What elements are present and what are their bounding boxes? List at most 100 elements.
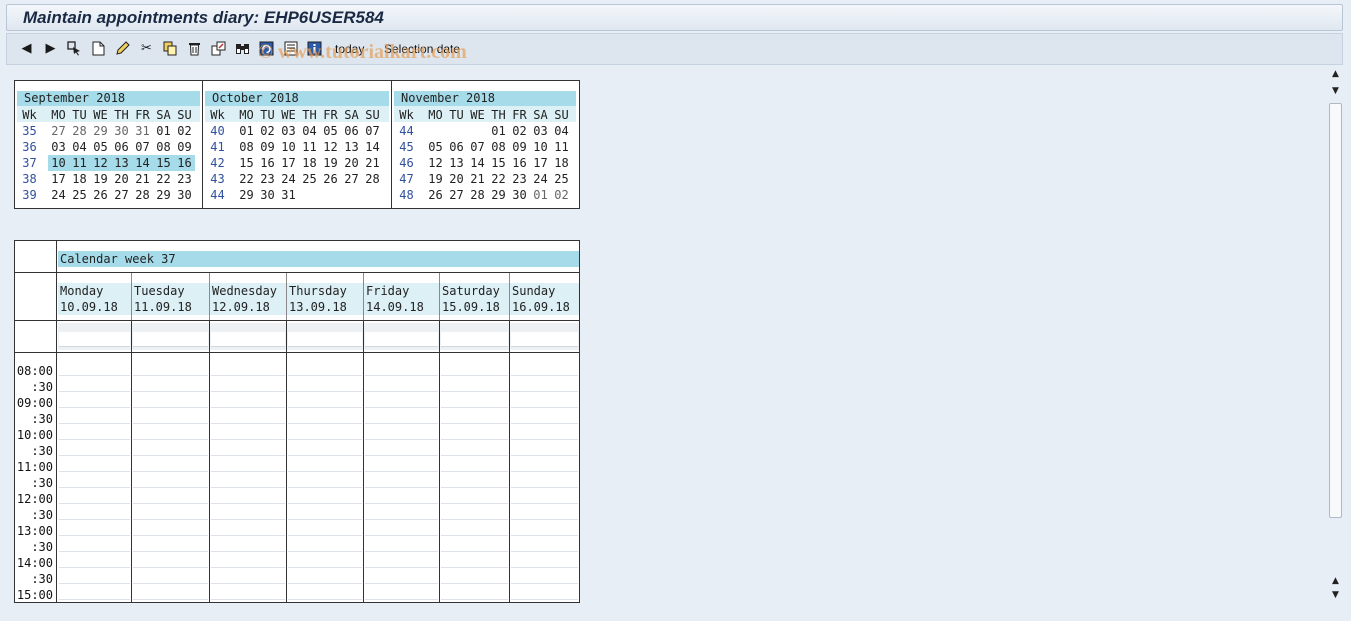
calendar-day[interactable]: 27	[48, 123, 69, 139]
week-number[interactable]: 44	[396, 123, 417, 139]
day-name[interactable]: Thursday	[287, 283, 363, 299]
calendar-day[interactable]: 30	[111, 123, 132, 139]
time-slot[interactable]	[511, 473, 578, 488]
time-slot[interactable]	[59, 393, 130, 408]
time-slot[interactable]	[365, 537, 438, 552]
time-slot[interactable]	[288, 377, 362, 392]
calendar-day[interactable]: 01	[153, 123, 174, 139]
day-date[interactable]: 12.09.18	[210, 299, 286, 315]
time-slot[interactable]	[211, 361, 285, 376]
time-slot[interactable]	[288, 585, 362, 600]
calendar-day[interactable]: 13	[446, 155, 467, 171]
day-date[interactable]: 11.09.18	[132, 299, 209, 315]
calendar-day[interactable]: 22	[153, 171, 174, 187]
calendar-day[interactable]: 10	[278, 139, 299, 155]
copy-icon[interactable]	[161, 39, 180, 58]
time-slot[interactable]	[133, 393, 208, 408]
calendar-day[interactable]: 27	[446, 187, 467, 203]
calendar-day[interactable]: 06	[446, 139, 467, 155]
time-slot[interactable]	[288, 361, 362, 376]
calendar-day[interactable]: 09	[509, 139, 530, 155]
calendar-day[interactable]: 05	[320, 123, 341, 139]
week-number[interactable]: 37	[19, 155, 40, 171]
time-slot[interactable]	[59, 441, 130, 456]
calendar-day[interactable]: 20	[341, 155, 362, 171]
calendar-day[interactable]: 26	[425, 187, 446, 203]
create-icon[interactable]	[89, 39, 108, 58]
time-slot[interactable]	[288, 473, 362, 488]
day-date[interactable]: 16.09.18	[510, 299, 579, 315]
time-slot[interactable]	[59, 377, 130, 392]
time-slot[interactable]	[511, 457, 578, 472]
calendar-day[interactable]: 29	[90, 123, 111, 139]
time-slot[interactable]	[59, 569, 130, 584]
calendar-day[interactable]: 30	[174, 187, 195, 203]
calendar-day[interactable]: 18	[299, 155, 320, 171]
calendar-day[interactable]: 09	[257, 139, 278, 155]
time-slot[interactable]	[59, 553, 130, 568]
calendar-day[interactable]: 04	[551, 123, 572, 139]
select-icon[interactable]	[65, 39, 84, 58]
time-slot[interactable]	[133, 409, 208, 424]
time-slot[interactable]	[211, 553, 285, 568]
time-slot[interactable]	[133, 569, 208, 584]
week-number[interactable]: 41	[207, 139, 228, 155]
calendar-day[interactable]: 12	[425, 155, 446, 171]
calendar-day[interactable]: 29	[153, 187, 174, 203]
calendar-day[interactable]: 03	[278, 123, 299, 139]
calendar-day[interactable]: 25	[299, 171, 320, 187]
allday-slot[interactable]	[365, 332, 438, 347]
time-slot[interactable]	[133, 361, 208, 376]
calendar-day[interactable]: 16	[257, 155, 278, 171]
calendar-day[interactable]: 27	[111, 187, 132, 203]
time-slot[interactable]	[59, 409, 130, 424]
week-number[interactable]: 40	[207, 123, 228, 139]
calendar-day[interactable]: 26	[320, 171, 341, 187]
calendar-day[interactable]: 02	[174, 123, 195, 139]
week-number[interactable]: 47	[396, 171, 417, 187]
time-slot[interactable]	[441, 585, 508, 600]
time-slot[interactable]	[211, 489, 285, 504]
allday-slot[interactable]	[211, 332, 285, 347]
calendar-day[interactable]: 18	[69, 171, 90, 187]
time-slot[interactable]	[441, 457, 508, 472]
week-number[interactable]: 39	[19, 187, 40, 203]
calendar-day[interactable]: 13	[341, 139, 362, 155]
time-slot[interactable]	[133, 377, 208, 392]
calendar-day[interactable]: 06	[111, 139, 132, 155]
calendar-day[interactable]: 25	[551, 171, 572, 187]
time-slot[interactable]	[211, 409, 285, 424]
calendar-day[interactable]: 23	[174, 171, 195, 187]
time-slot[interactable]	[133, 553, 208, 568]
time-slot[interactable]	[441, 441, 508, 456]
calendar-day[interactable]: 31	[278, 187, 299, 203]
time-slot[interactable]	[511, 441, 578, 456]
allday-slot[interactable]	[133, 332, 208, 347]
calendar-day[interactable]: 30	[257, 187, 278, 203]
time-slot[interactable]	[365, 361, 438, 376]
time-slot[interactable]	[288, 569, 362, 584]
calendar-day[interactable]: 10	[48, 155, 69, 171]
time-slot[interactable]	[288, 425, 362, 440]
calendar-day[interactable]: 19	[90, 171, 111, 187]
time-slot[interactable]	[511, 505, 578, 520]
time-slot[interactable]	[511, 361, 578, 376]
time-slot[interactable]	[211, 521, 285, 536]
calendar-day[interactable]: 03	[530, 123, 551, 139]
transfer-icon[interactable]	[209, 39, 228, 58]
vertical-scrollbar[interactable]: ▲ ▼ ▼ ▲	[1328, 67, 1343, 603]
time-slot[interactable]	[133, 457, 208, 472]
delete-icon[interactable]	[185, 39, 204, 58]
calendar-day[interactable]: 13	[111, 155, 132, 171]
calendar-day[interactable]: 29	[488, 187, 509, 203]
time-slot[interactable]	[441, 393, 508, 408]
time-slot[interactable]	[365, 489, 438, 504]
scroll-thumb[interactable]	[1329, 103, 1342, 518]
allday-slot[interactable]	[59, 332, 130, 347]
time-slot[interactable]	[211, 457, 285, 472]
time-slot[interactable]	[133, 521, 208, 536]
time-slot[interactable]	[441, 361, 508, 376]
calendar-day[interactable]: 25	[69, 187, 90, 203]
calendar-day[interactable]: 01	[236, 123, 257, 139]
time-slot[interactable]	[511, 489, 578, 504]
